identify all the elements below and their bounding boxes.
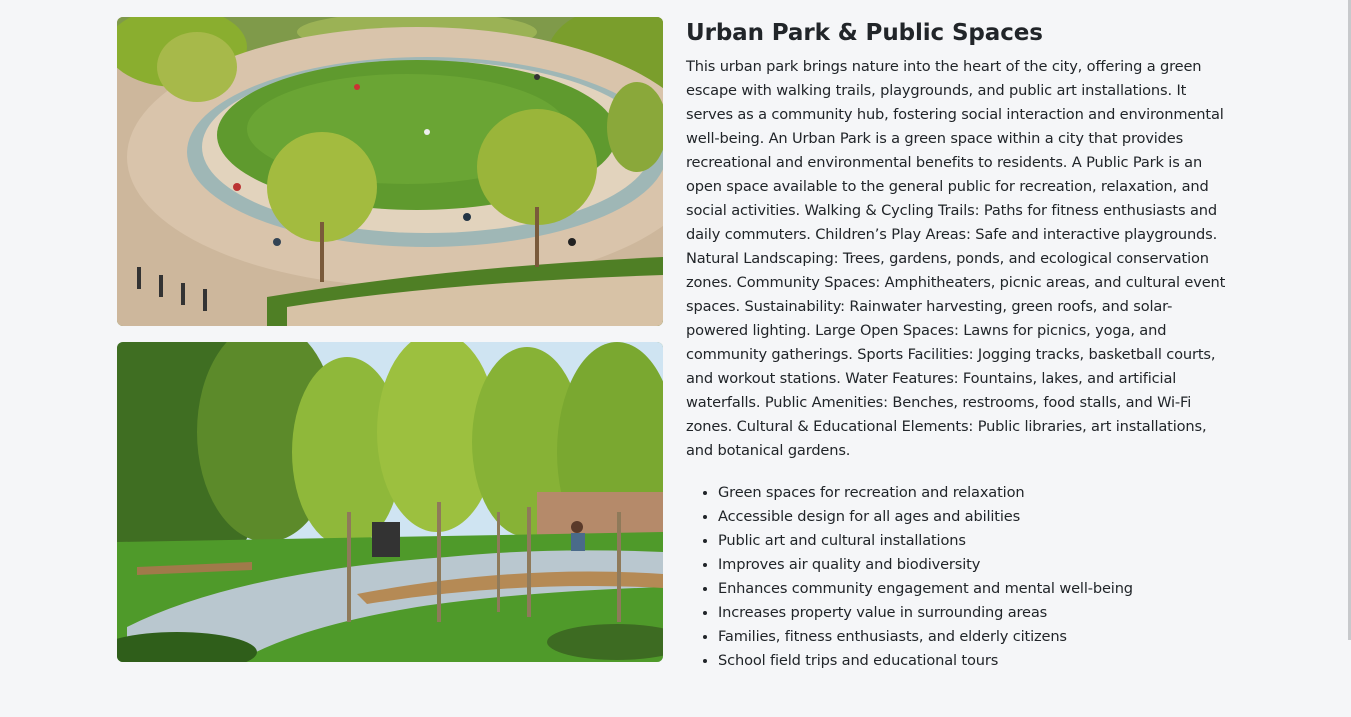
feature-list: Green spaces for recreation and relaxati… (686, 481, 1232, 673)
list-item: School field trips and educational tours (718, 649, 1232, 673)
page-title: Urban Park & Public Spaces (686, 20, 1043, 46)
description-text: This urban park brings nature into the h… (686, 58, 1226, 459)
list-item: Increases property value in surrounding … (718, 601, 1232, 625)
list-item: Improves air quality and biodiversity (718, 553, 1232, 577)
list-item: Public art and cultural installations (718, 529, 1232, 553)
park-aerial-photo (117, 17, 663, 326)
list-item: Accessible design for all ages and abili… (718, 505, 1232, 529)
park-trail-image (117, 342, 663, 662)
content-column: Urban Park & Public Spaces This urban pa… (686, 17, 1232, 673)
list-item: Enhances community engagement and mental… (718, 577, 1232, 601)
list-item: Families, fitness enthusiasts, and elder… (718, 625, 1232, 649)
content-section: Urban Park & Public Spaces This urban pa… (117, 17, 1232, 717)
list-item: Green spaces for recreation and relaxati… (718, 481, 1232, 505)
park-aerial-image (117, 17, 663, 326)
park-trail-photo (117, 342, 663, 662)
